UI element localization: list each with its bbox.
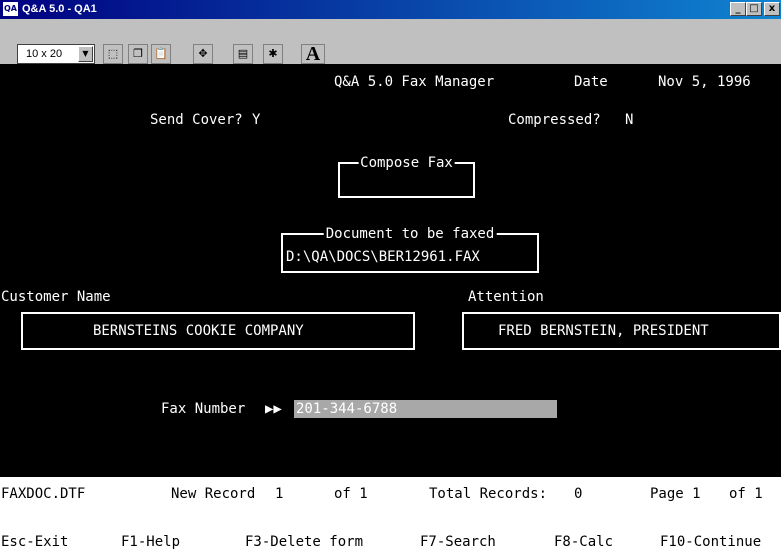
font-size-dropdown[interactable]: 10 x 20 ▼ xyxy=(17,44,95,64)
app-header: Q&A 5.0 Fax Manager xyxy=(334,74,495,90)
font-button[interactable]: A xyxy=(301,44,325,64)
close-button[interactable]: x xyxy=(764,2,780,16)
font-size-value: 10 x 20 xyxy=(26,48,63,60)
attention-field[interactable]: FRED BERNSTEIN, PRESIDENT xyxy=(462,312,781,350)
copy-icon[interactable]: ❐ xyxy=(128,44,148,64)
app-icon[interactable]: QA xyxy=(3,2,18,16)
field-pointer-icon: ▶▶ xyxy=(265,401,282,417)
page-label: Page 1 xyxy=(650,486,701,502)
customer-name-label: Customer Name xyxy=(1,289,111,305)
background-icon[interactable]: ✱ xyxy=(263,44,283,64)
compose-fax-field[interactable]: Compose Fax xyxy=(338,155,475,198)
compressed-field[interactable]: N xyxy=(625,112,633,128)
compressed-label: Compressed? xyxy=(508,112,601,128)
date-label: Date xyxy=(574,74,608,90)
customer-name-field[interactable]: BERNSTEINS COOKIE COMPANY xyxy=(21,312,415,350)
compose-fax-label: Compose Fax xyxy=(358,155,455,171)
fkey-f8-calc[interactable]: F8-Calc xyxy=(554,534,613,550)
record-label: New Record xyxy=(171,486,256,502)
record-of: of 1 xyxy=(334,486,368,502)
send-cover-label: Send Cover? xyxy=(150,112,243,128)
total-records-value: 0 xyxy=(574,486,583,502)
maximize-button[interactable]: □ xyxy=(746,2,762,16)
fullscreen-icon[interactable]: ✥ xyxy=(193,44,213,64)
record-number: 1 xyxy=(275,486,284,502)
attention-value: FRED BERNSTEIN, PRESIDENT xyxy=(498,323,709,339)
file-name: FAXDOC.DTF xyxy=(1,486,86,502)
status-line: FAXDOC.DTF New Record 1 of 1 Total Recor… xyxy=(0,477,781,513)
document-field[interactable]: Document to be faxed D:\QA\DOCS\BER12961… xyxy=(281,226,539,273)
dos-screen: Q&A 5.0 Fax Manager Date Nov 5, 1996 Sen… xyxy=(0,64,781,550)
document-label: Document to be faxed xyxy=(323,226,497,242)
function-key-bar: Esc-Exit F1-Help F3-Delete form F7-Searc… xyxy=(0,512,781,550)
fax-number-field[interactable]: 201-344-6788 xyxy=(294,400,557,418)
title-bar[interactable]: QA Q&A 5.0 - QA1 _ □ x xyxy=(0,0,781,19)
window-title: Q&A 5.0 - QA1 xyxy=(22,3,97,15)
mark-icon[interactable]: ⬚ xyxy=(103,44,123,64)
send-cover-field[interactable]: Y xyxy=(252,112,260,128)
minimize-button[interactable]: _ xyxy=(730,2,746,16)
fkey-f10-continue[interactable]: F10-Continue xyxy=(660,534,761,550)
page-of: of 1 xyxy=(729,486,763,502)
fkey-f3-delete-form[interactable]: F3-Delete form xyxy=(245,534,363,550)
fkey-esc-exit[interactable]: Esc-Exit xyxy=(1,534,68,550)
total-records-label: Total Records: xyxy=(429,486,548,502)
fkey-f7-search[interactable]: F7-Search xyxy=(420,534,496,550)
properties-icon[interactable]: ▤ xyxy=(233,44,253,64)
paste-icon[interactable]: 📋 xyxy=(151,44,171,64)
fkey-f1-help[interactable]: F1-Help xyxy=(121,534,180,550)
fax-number-label: Fax Number xyxy=(161,401,246,417)
attention-label: Attention xyxy=(468,289,544,305)
customer-name-value: BERNSTEINS COOKIE COMPANY xyxy=(93,323,304,339)
chevron-down-icon[interactable]: ▼ xyxy=(78,46,93,62)
document-path: D:\QA\DOCS\BER12961.FAX xyxy=(286,249,480,265)
date-value: Nov 5, 1996 xyxy=(658,74,751,90)
